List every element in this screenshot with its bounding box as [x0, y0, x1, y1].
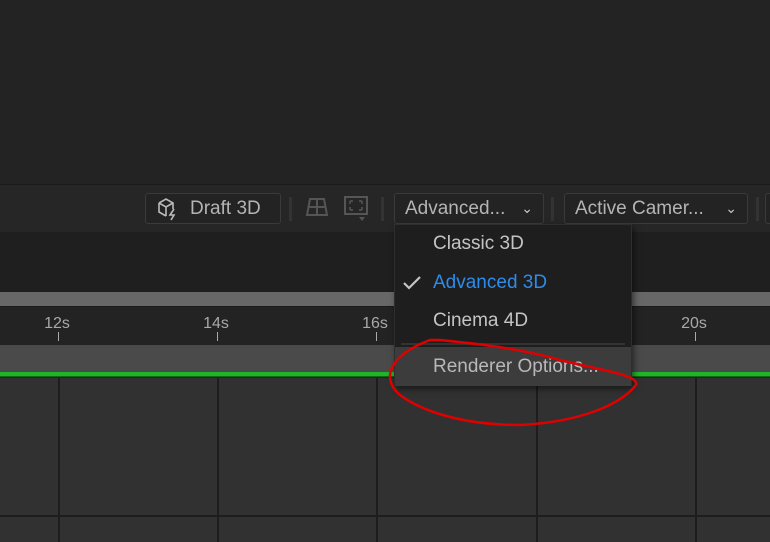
- menu-separator: [401, 343, 625, 345]
- menu-item-classic-3d[interactable]: Classic 3D: [433, 233, 524, 255]
- menu-item-cinema-4d[interactable]: Cinema 4D: [433, 310, 528, 332]
- tick-label: 20s: [681, 315, 707, 332]
- camera-dropdown[interactable]: Active Camer... ⌄: [564, 193, 748, 224]
- tick-label: 14s: [203, 315, 229, 332]
- tick-label: 16s: [362, 315, 388, 332]
- work-area-bar[interactable]: [0, 345, 770, 372]
- cube-lightning-icon: [158, 197, 176, 220]
- draft-3d-button[interactable]: Draft 3D: [145, 193, 281, 224]
- render-cache-indicator: [0, 372, 770, 377]
- layer-track-area[interactable]: [0, 378, 770, 542]
- time-ruler[interactable]: 12s 14s 16s 18s 20s: [0, 308, 770, 345]
- chevron-down-icon: ⌄: [521, 200, 533, 216]
- renderer-options-label: Renderer Options...: [433, 356, 599, 377]
- tick-label: 12s: [44, 315, 70, 332]
- renderer-dropdown-label: Advanced...: [405, 197, 506, 219]
- menu-item-renderer-options[interactable]: Renderer Options...: [395, 347, 631, 386]
- timeline-navigator-scrollbar[interactable]: [0, 292, 770, 307]
- viewer-toolbar: Draft 3D Advanced... ⌄ Active Camer... ⌄: [0, 184, 770, 232]
- renderer-menu: Classic 3D Advanced 3D Cinema 4D Rendere…: [394, 224, 632, 386]
- timeline-header: [0, 232, 770, 292]
- renderer-dropdown[interactable]: Advanced... ⌄: [394, 193, 544, 224]
- chevron-down-icon: ⌄: [725, 200, 737, 216]
- checkmark-icon: [403, 276, 421, 290]
- menu-item-advanced-3d[interactable]: Advanced 3D: [433, 272, 547, 294]
- ground-plane-icon[interactable]: [305, 197, 329, 217]
- camera-dropdown-label: Active Camer...: [575, 197, 704, 219]
- composition-viewer: [0, 0, 770, 184]
- view-layout-dropdown[interactable]: [765, 193, 770, 224]
- draft-3d-label: Draft 3D: [190, 197, 261, 219]
- region-of-interest-icon[interactable]: [343, 195, 371, 223]
